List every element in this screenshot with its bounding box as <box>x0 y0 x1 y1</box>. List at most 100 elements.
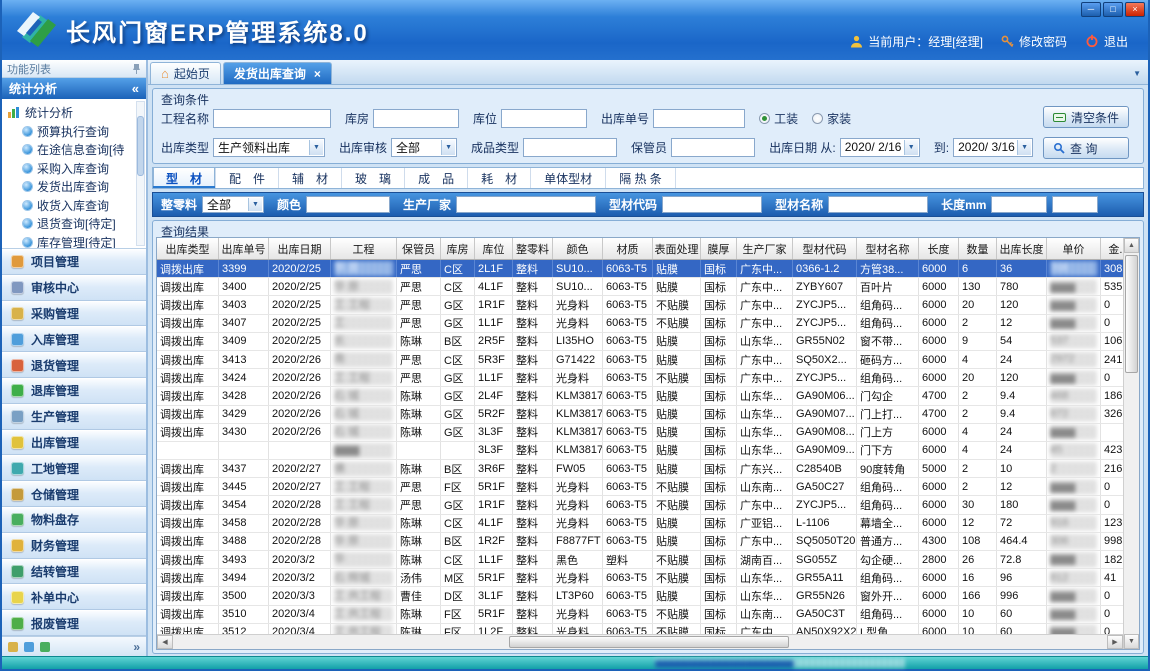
collapse-icon[interactable]: « <box>132 81 139 96</box>
sidebar-item[interactable]: 财务管理 <box>2 533 146 559</box>
search-button[interactable]: 查 询 <box>1043 137 1129 159</box>
column-header[interactable]: 保管员 <box>397 238 441 259</box>
profile-code-input[interactable] <box>662 196 762 213</box>
expand-more-icon[interactable]: » <box>133 640 140 654</box>
audit-select[interactable]: 全部▼ <box>391 138 457 157</box>
table-row[interactable]: 调拨出库34072020/2/25工严思G区1L1F整料光身料6063-T5不贴… <box>157 315 1123 333</box>
vertical-scroll-track[interactable] <box>1124 253 1139 634</box>
keeper-input[interactable] <box>671 138 755 157</box>
length-input[interactable] <box>991 196 1047 213</box>
tab-start-page[interactable]: ⌂起始页 <box>150 62 221 84</box>
sidebar-item[interactable]: 退库管理 <box>2 378 146 404</box>
column-header[interactable]: 出库类型 <box>157 238 219 259</box>
material-tab[interactable]: 型 材 <box>153 168 216 188</box>
mini-chart-icon[interactable] <box>40 642 50 652</box>
close-button[interactable]: × <box>1125 2 1145 17</box>
sidebar-section-header[interactable]: 统计分析 « <box>2 78 146 99</box>
table-row[interactable]: 调拨出库34002020/2/25华 原严思C区4L1F整料SU10...606… <box>157 278 1123 296</box>
sidebar-item[interactable]: 出库管理 <box>2 430 146 456</box>
table-row[interactable]: 调拨出库34372020/2/27佛陈琳B区3R6F整料FW056063-T5贴… <box>157 460 1123 478</box>
material-tab[interactable]: 单体型材 <box>531 168 606 188</box>
length-input-2[interactable] <box>1052 196 1098 213</box>
whole-part-select[interactable]: 全部▼ <box>202 196 264 213</box>
pin-icon[interactable] <box>132 63 141 74</box>
sidebar-item[interactable]: 报废管理 <box>2 610 146 636</box>
column-header[interactable]: 颜色 <box>553 238 603 259</box>
column-header[interactable]: 型材代码 <box>793 238 857 259</box>
tree-root[interactable]: 统计分析 <box>8 103 134 122</box>
tree-item[interactable]: 发货出库查询 <box>8 178 134 197</box>
color-input[interactable] <box>306 196 390 213</box>
tree-item[interactable]: 预算执行查询 <box>8 122 134 141</box>
table-row[interactable]: 调拨出库35002020/3/3工 共工程曹佳D区3L1F整料LT3P60606… <box>157 587 1123 605</box>
sidebar-item[interactable]: 审核中心 <box>2 275 146 301</box>
table-row[interactable]: 调拨出库34292020/2/26石 城陈琳G区5R2F整料KLM3817606… <box>157 406 1123 424</box>
manufacturer-input[interactable] <box>456 196 596 213</box>
tree-item[interactable]: 收货入库查询 <box>8 196 134 215</box>
column-header[interactable]: 表面处理 <box>653 238 701 259</box>
tree-item[interactable]: 采购入库查询 <box>8 159 134 178</box>
table-row[interactable]: 调拨出库34942020/3/2石 辉城汤伟M区5R1F整料光身料6063-T5… <box>157 569 1123 587</box>
column-header[interactable]: 出库单号 <box>219 238 269 259</box>
table-row[interactable]: 调拨出库33992020/2/25华 原严思C区2L1F整料SU10...606… <box>157 260 1123 278</box>
table-row[interactable]: 调拨出库34282020/2/26石 城陈琳G区2L4F整料KLM3817606… <box>157 387 1123 405</box>
chevron-down-icon[interactable]: ▼ <box>904 140 918 155</box>
date-to-picker[interactable]: 2020/ 3/16▼ <box>953 138 1033 157</box>
table-row[interactable]: 调拨出库34882020/2/28华 原陈琳B区1R2F整料F8877FT606… <box>157 533 1123 551</box>
profile-name-input[interactable] <box>828 196 928 213</box>
column-header[interactable]: 数量 <box>959 238 997 259</box>
column-header[interactable]: 材质 <box>603 238 653 259</box>
material-tab[interactable]: 隔 热 条 <box>606 168 676 188</box>
chevron-down-icon[interactable]: ▼ <box>248 198 262 211</box>
column-header[interactable]: 生产厂家 <box>737 238 793 259</box>
chevron-down-icon[interactable]: ▼ <box>441 140 455 155</box>
location-input[interactable] <box>501 109 587 128</box>
scroll-left-icon[interactable]: ◀ <box>157 635 173 649</box>
sidebar-item[interactable]: 生产管理 <box>2 404 146 430</box>
sidebar-item[interactable]: 退货管理 <box>2 352 146 378</box>
sidebar-item[interactable]: 项目管理 <box>2 249 146 275</box>
column-header[interactable]: 库房 <box>441 238 475 259</box>
column-header[interactable]: 膜厚 <box>701 238 737 259</box>
scroll-down-icon[interactable]: ▼ <box>1124 634 1139 649</box>
project-name-input[interactable] <box>213 109 331 128</box>
table-row[interactable]: 调拨出库34242020/2/26工 工程严思G区1L1F整料光身料6063-T… <box>157 369 1123 387</box>
maximize-button[interactable]: □ <box>1103 2 1123 17</box>
order-no-input[interactable] <box>653 109 745 128</box>
chevron-down-icon[interactable]: ▼ <box>1017 140 1031 155</box>
radio-jiazhuang[interactable]: 家装 <box>812 110 851 127</box>
mini-folder-icon[interactable] <box>8 642 18 652</box>
warehouse-input[interactable] <box>373 109 459 128</box>
vertical-scroll-thumb[interactable] <box>1125 255 1138 373</box>
material-tab[interactable]: 辅 材 <box>279 168 342 188</box>
column-header[interactable]: 出库日期 <box>269 238 331 259</box>
material-tab[interactable]: 玻 璃 <box>342 168 405 188</box>
scroll-up-icon[interactable]: ▲ <box>1124 238 1139 253</box>
table-row[interactable]: 调拨出库34582020/2/28华 原陈琳C区4L1F整料光身料6063-T5… <box>157 515 1123 533</box>
tree-item[interactable]: 库存管理[待定] <box>8 233 134 249</box>
horizontal-scrollbar[interactable]: ◀ ▶ <box>157 634 1123 649</box>
minimize-button[interactable]: ─ <box>1081 2 1101 17</box>
column-header[interactable]: 整零料 <box>513 238 553 259</box>
column-header[interactable]: 单价 <box>1047 238 1101 259</box>
material-tab[interactable]: 配 件 <box>216 168 279 188</box>
column-header[interactable]: 金... <box>1101 238 1123 259</box>
sidebar-item[interactable]: 仓储管理 <box>2 481 146 507</box>
tree-item[interactable]: 退货查询[待定] <box>8 215 134 234</box>
sidebar-item[interactable]: 入库管理 <box>2 326 146 352</box>
table-row[interactable]: ▆▆▆3L3F整料KLM38176063-T5贴膜国标山东华...GA90M09… <box>157 442 1123 460</box>
mini-monitor-icon[interactable] <box>24 642 34 652</box>
tree-item[interactable]: 在途信息查询[待 <box>8 141 134 160</box>
tree-scrollbar[interactable] <box>136 101 145 246</box>
chevron-down-icon[interactable]: ▼ <box>309 140 323 155</box>
column-header[interactable]: 出库长度 <box>997 238 1047 259</box>
column-header[interactable]: 库位 <box>475 238 513 259</box>
product-type-input[interactable] <box>523 138 617 157</box>
table-row[interactable]: 调拨出库34302020/2/26石 城陈琳G区3L3F整料KLM3817606… <box>157 424 1123 442</box>
tab-active[interactable]: 发货出库查询× <box>223 62 332 84</box>
change-password-button[interactable]: 修改密码 <box>1001 33 1067 50</box>
table-row[interactable]: 调拨出库35122020/3/4工 共工程陈琳F区1L2F整料光身料6063-T… <box>157 624 1123 634</box>
material-tab[interactable]: 成 品 <box>405 168 468 188</box>
outbound-type-select[interactable]: 生产领料出库▼ <box>213 138 325 157</box>
table-row[interactable]: 调拨出库34032020/2/25工 工程严思G区1R1F整料光身料6063-T… <box>157 296 1123 314</box>
